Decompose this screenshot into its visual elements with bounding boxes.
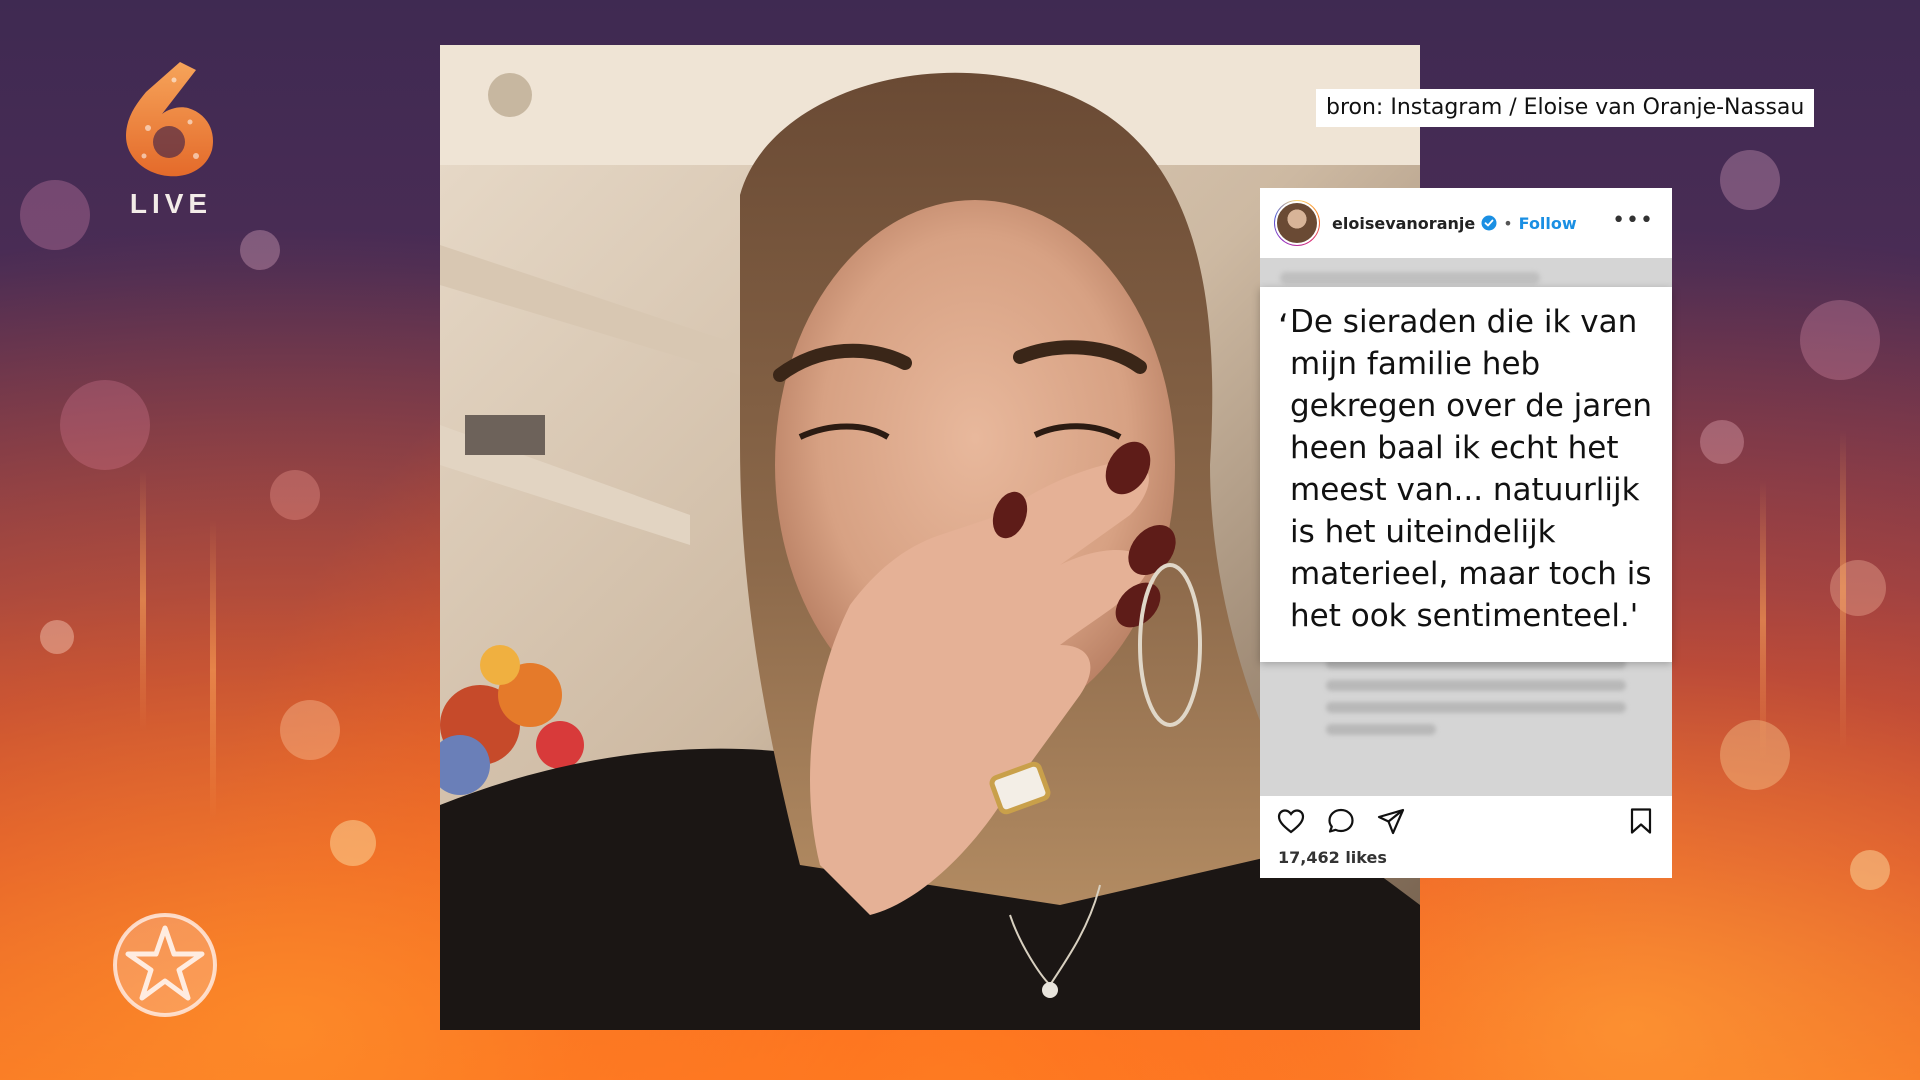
instagram-post-header: eloisevanoranje • Follow •••: [1260, 188, 1672, 258]
quote-open-mark: ‘: [1278, 307, 1289, 347]
source-caption: bron: Instagram / Eloise van Oranje-Nass…: [1316, 89, 1815, 127]
quote-box: ‘ De sieraden die ik van mijn familie he…: [1260, 287, 1672, 662]
more-horizontal-icon[interactable]: •••: [1612, 208, 1654, 233]
avatar-image: [1275, 201, 1319, 245]
star-badge-icon: [113, 913, 217, 1017]
comment-icon[interactable]: [1326, 806, 1356, 836]
quote-text: De sieraden die ik van mijn familie heb …: [1290, 304, 1653, 634]
bookmark-icon[interactable]: [1626, 806, 1656, 836]
instagram-actions-bar: 17,462 likes: [1260, 796, 1672, 878]
instagram-username[interactable]: eloisevanoranje: [1332, 214, 1475, 233]
share-icon[interactable]: [1376, 806, 1406, 836]
heart-icon[interactable]: [1276, 806, 1306, 836]
logo-live-text: LIVE: [129, 188, 213, 219]
likes-count: 17,462 likes: [1278, 848, 1387, 867]
separator-dot: •: [1503, 213, 1513, 233]
channel-logo: LIVE: [118, 58, 218, 228]
blurred-caption-line: [1326, 702, 1626, 713]
blurred-caption-line: [1326, 724, 1436, 735]
six-logo-icon: [126, 62, 213, 177]
verified-badge-icon: [1481, 215, 1497, 231]
avatar[interactable]: [1274, 200, 1320, 246]
blurred-caption-header: [1280, 272, 1540, 284]
blurred-caption-line: [1326, 680, 1626, 691]
follow-button[interactable]: Follow: [1519, 214, 1577, 233]
